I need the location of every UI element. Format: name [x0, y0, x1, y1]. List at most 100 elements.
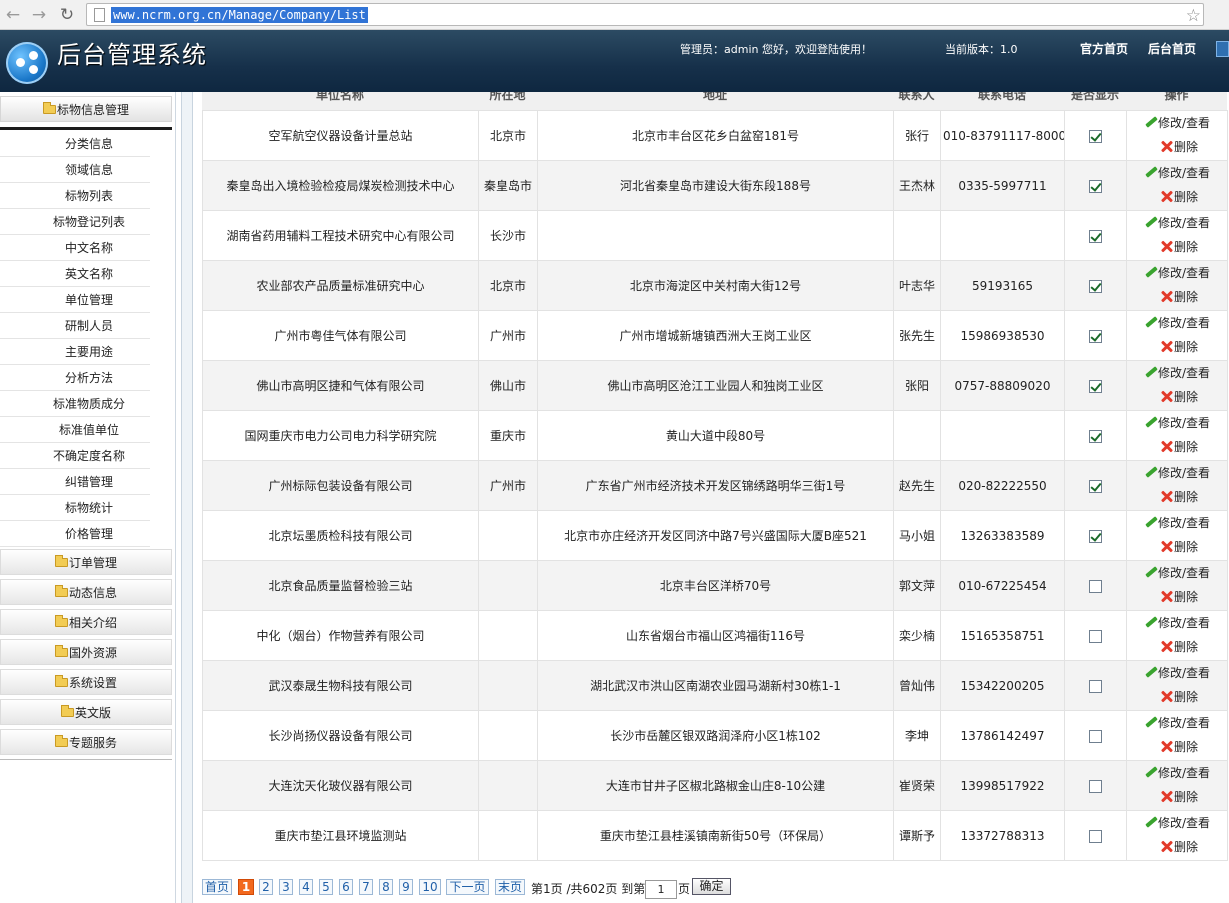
page-link-10[interactable]: 10 [419, 879, 441, 895]
shown-checkbox[interactable] [1089, 779, 1102, 793]
sidebar-item[interactable]: 不确定度名称 [0, 443, 150, 469]
shown-checkbox[interactable] [1089, 129, 1102, 143]
page-link-3[interactable]: 3 [279, 879, 293, 895]
edit-view-link[interactable]: 修改/查看 [1144, 262, 1225, 286]
sidebar-item[interactable]: 纠错管理 [0, 469, 150, 495]
edit-view-link[interactable]: 修改/查看 [1144, 812, 1225, 836]
next-page-link[interactable]: 下一页 [446, 879, 489, 895]
delete-link[interactable]: 删除 [1144, 436, 1225, 460]
sidebar-head-standard-info[interactable]: 标物信息管理 [0, 96, 172, 122]
delete-link[interactable]: 删除 [1144, 386, 1225, 410]
edit-view-link[interactable]: 修改/查看 [1144, 112, 1225, 136]
bookmark-star-icon[interactable]: ☆ [1186, 6, 1201, 26]
sidebar-group-orders[interactable]: 订单管理 [0, 549, 172, 575]
delete-link[interactable]: 删除 [1144, 536, 1225, 560]
edit-view-link[interactable]: 修改/查看 [1144, 712, 1225, 736]
edit-view-link[interactable]: 修改/查看 [1144, 212, 1225, 236]
edit-view-link[interactable]: 修改/查看 [1144, 662, 1225, 686]
edit-view-link[interactable]: 修改/查看 [1144, 362, 1225, 386]
confirm-button[interactable]: 确定 [692, 878, 731, 895]
sidebar-group-english[interactable]: 英文版 [0, 699, 172, 725]
reload-icon[interactable]: ↻ [56, 4, 78, 26]
edit-view-link[interactable]: 修改/查看 [1144, 162, 1225, 186]
shown-checkbox[interactable] [1089, 679, 1102, 693]
page-link-5[interactable]: 5 [319, 879, 333, 895]
frame-scrollbar[interactable] [181, 92, 193, 903]
sidebar-item[interactable]: 领域信息 [0, 157, 150, 183]
sidebar-item[interactable]: 分析方法 [0, 365, 150, 391]
official-home-link[interactable]: 官方首页 [1080, 40, 1128, 57]
goto-page-input[interactable]: 1 [645, 880, 677, 899]
page-link-9[interactable]: 9 [399, 879, 413, 895]
edit-view-link[interactable]: 修改/查看 [1144, 562, 1225, 586]
delete-link[interactable]: 删除 [1144, 636, 1225, 660]
sidebar-item[interactable]: 中文名称 [0, 235, 150, 261]
back-arrow-icon[interactable]: ← [2, 4, 24, 26]
shown-checkbox[interactable] [1089, 429, 1102, 443]
delete-link[interactable]: 删除 [1144, 286, 1225, 310]
sidebar-group-settings[interactable]: 系统设置 [0, 669, 172, 695]
shown-cell [1064, 760, 1127, 811]
sidebar-item[interactable]: 单位管理 [0, 287, 150, 313]
sidebar-item[interactable]: 英文名称 [0, 261, 150, 287]
delete-link[interactable]: 删除 [1144, 186, 1225, 210]
sidebar-item[interactable]: 标准值单位 [0, 417, 150, 443]
page-link-8[interactable]: 8 [379, 879, 393, 895]
sidebar-group-news[interactable]: 动态信息 [0, 579, 172, 605]
delete-link[interactable]: 删除 [1144, 486, 1225, 510]
table-row: 秦皇岛出入境检验检疫局煤炭检测技术中心 秦皇岛市 河北省秦皇岛市建设大街东段188号… [202, 160, 1228, 211]
edit-view-link[interactable]: 修改/查看 [1144, 412, 1225, 436]
last-page-link[interactable]: 末页 [495, 879, 525, 895]
shown-checkbox[interactable] [1089, 629, 1102, 643]
page-link-4[interactable]: 4 [299, 879, 313, 895]
shown-checkbox[interactable] [1089, 329, 1102, 343]
page-link-1[interactable]: 1 [238, 879, 254, 895]
sidebar-item[interactable]: 分类信息 [0, 131, 150, 157]
delete-link[interactable]: 删除 [1144, 336, 1225, 360]
sidebar-item[interactable]: 标物登记列表 [0, 209, 150, 235]
first-page-link[interactable]: 首页 [202, 879, 232, 895]
page-link-7[interactable]: 7 [359, 879, 373, 895]
city-cell [478, 560, 538, 611]
delete-link[interactable]: 删除 [1144, 136, 1225, 160]
delete-link[interactable]: 删除 [1144, 236, 1225, 260]
welcome-text: 管理员：admin 您好，欢迎登陆使用！ [680, 43, 872, 56]
sidebar-group-foreign[interactable]: 国外资源 [0, 639, 172, 665]
edit-view-link[interactable]: 修改/查看 [1144, 612, 1225, 636]
url-text[interactable]: www.ncrm.org.cn/Manage/Company/List [111, 7, 368, 23]
shown-checkbox[interactable] [1089, 479, 1102, 493]
shown-checkbox[interactable] [1089, 379, 1102, 393]
delete-link[interactable]: 删除 [1144, 836, 1225, 860]
shown-checkbox[interactable] [1089, 279, 1102, 293]
delete-link[interactable]: 删除 [1144, 736, 1225, 760]
forward-arrow-icon[interactable]: → [28, 4, 50, 26]
header-edge-button[interactable] [1216, 41, 1229, 57]
edit-view-link[interactable]: 修改/查看 [1144, 312, 1225, 336]
shown-checkbox[interactable] [1089, 529, 1102, 543]
edit-view-link[interactable]: 修改/查看 [1144, 512, 1225, 536]
sidebar-item[interactable]: 研制人员 [0, 313, 150, 339]
sidebar-item[interactable]: 标准物质成分 [0, 391, 150, 417]
edit-view-link[interactable]: 修改/查看 [1144, 762, 1225, 786]
sidebar-group-special[interactable]: 专题服务 [0, 729, 172, 755]
sidebar-group-about[interactable]: 相关介绍 [0, 609, 172, 635]
shown-checkbox[interactable] [1089, 229, 1102, 243]
delete-link[interactable]: 删除 [1144, 686, 1225, 710]
page-link-2[interactable]: 2 [259, 879, 273, 895]
backend-home-link[interactable]: 后台首页 [1148, 40, 1196, 57]
sidebar-item[interactable]: 主要用途 [0, 339, 150, 365]
shown-checkbox[interactable] [1089, 729, 1102, 743]
delete-link[interactable]: 删除 [1144, 586, 1225, 610]
shown-checkbox[interactable] [1089, 179, 1102, 193]
city-cell: 秦皇岛市 [478, 160, 538, 211]
shown-checkbox[interactable] [1089, 579, 1102, 593]
address-cell: 山东省烟台市福山区鸿福街116号 [537, 610, 894, 661]
address-bar[interactable]: www.ncrm.org.cn/Manage/Company/List ☆ [86, 3, 1204, 26]
sidebar-item[interactable]: 价格管理 [0, 521, 150, 547]
sidebar-item[interactable]: 标物统计 [0, 495, 150, 521]
edit-view-link[interactable]: 修改/查看 [1144, 462, 1225, 486]
shown-checkbox[interactable] [1089, 829, 1102, 843]
sidebar-item[interactable]: 标物列表 [0, 183, 150, 209]
delete-link[interactable]: 删除 [1144, 786, 1225, 810]
page-link-6[interactable]: 6 [339, 879, 353, 895]
